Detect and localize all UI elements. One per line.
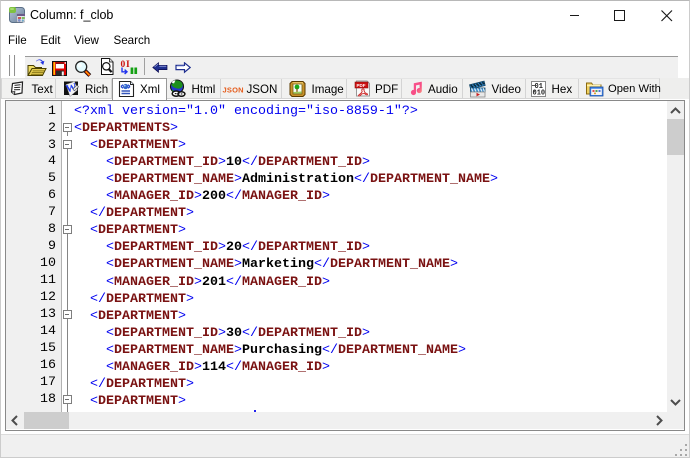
svg-text:JSON: JSON <box>223 86 244 95</box>
svg-text:PDF: PDF <box>357 83 366 88</box>
